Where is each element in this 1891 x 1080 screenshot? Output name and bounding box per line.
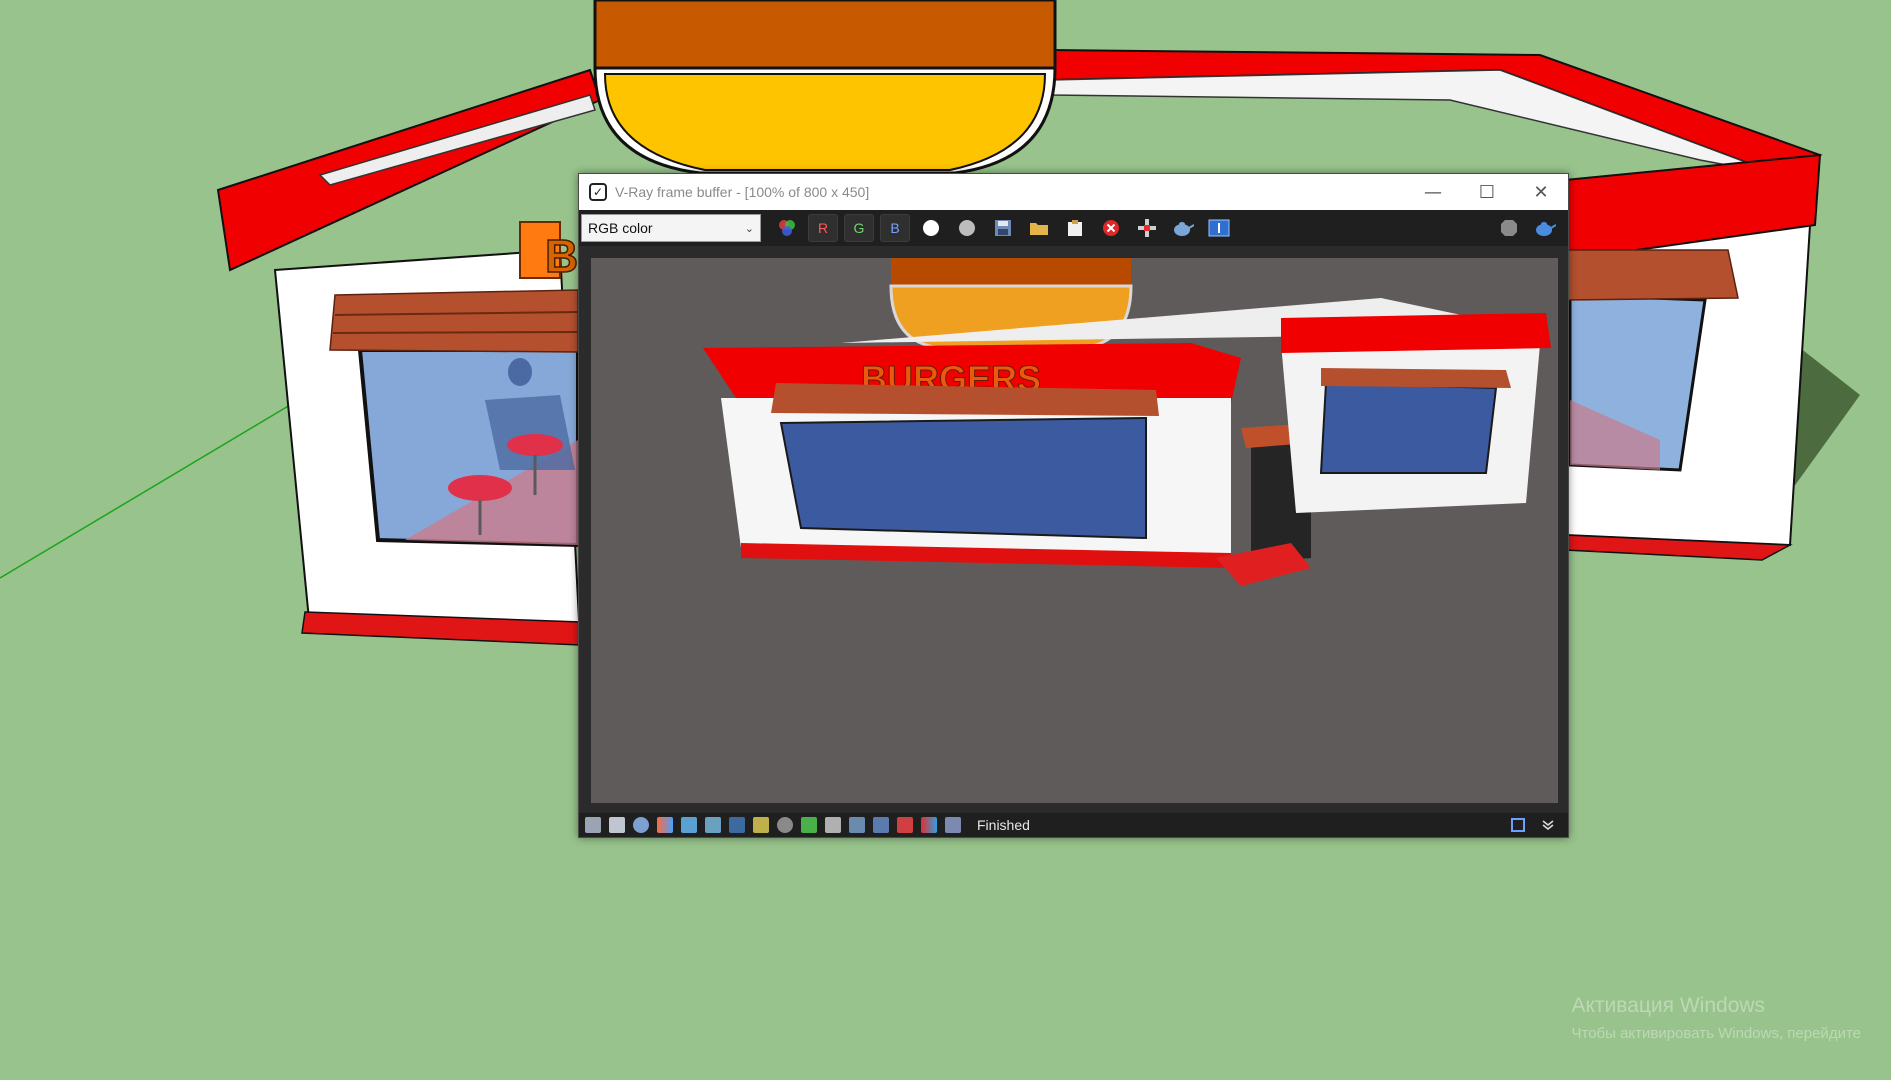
rgb-channels-icon[interactable] <box>772 214 802 242</box>
ocio-icon[interactable] <box>825 817 841 833</box>
render-main-window <box>779 416 1147 540</box>
right-awning <box>1564 249 1739 301</box>
background-image-icon[interactable] <box>801 817 817 833</box>
track-mouse-icon[interactable] <box>1132 214 1162 242</box>
green-axis <box>0 404 291 579</box>
compare-ab-icon[interactable] <box>1204 214 1234 242</box>
render-annex-roof <box>1281 313 1551 353</box>
region-render-icon[interactable] <box>945 817 961 833</box>
stool-seat <box>448 475 512 501</box>
levels-icon[interactable] <box>705 817 721 833</box>
windows-activation-watermark: Активация Windows Чтобы активировать Win… <box>1572 992 1862 1048</box>
status-text: Finished <box>977 817 1030 833</box>
minimize-button[interactable]: — <box>1406 174 1460 210</box>
left-awning <box>329 289 579 353</box>
color-corrections-icon[interactable] <box>657 817 673 833</box>
render-elements-icon[interactable] <box>609 817 625 833</box>
mono-gray-icon[interactable] <box>952 214 982 242</box>
lens-effects-icon[interactable] <box>849 817 865 833</box>
history-icon[interactable] <box>585 817 601 833</box>
compare-icon[interactable] <box>897 817 913 833</box>
render-teapot-icon[interactable] <box>1168 214 1198 242</box>
maximize-button[interactable]: ☐ <box>1460 174 1514 210</box>
channel-select[interactable]: RGB color ⌄ <box>581 214 761 242</box>
clipboard-icon[interactable] <box>1060 214 1090 242</box>
info-icon[interactable] <box>633 817 649 833</box>
lut-icon[interactable] <box>777 817 793 833</box>
channel-select-value: RGB color <box>588 220 653 236</box>
dome-yellow <box>603 73 1047 171</box>
blue-channel-button[interactable]: B <box>880 214 910 242</box>
hsl-icon[interactable] <box>681 817 697 833</box>
stool-seat <box>507 434 563 456</box>
stop-render-icon[interactable] <box>1494 214 1524 242</box>
figure-head <box>508 358 532 386</box>
chevron-down-icon: ⌄ <box>744 222 754 235</box>
dome-top <box>593 0 1057 70</box>
close-button[interactable]: ✕ <box>1514 174 1568 210</box>
red-channel-button[interactable]: R <box>808 214 838 242</box>
clear-image-icon[interactable] <box>1096 214 1126 242</box>
render-dome-top <box>891 258 1131 286</box>
exposure-icon[interactable] <box>753 817 769 833</box>
window-region-icon[interactable] <box>1508 817 1528 833</box>
vfb-statusbar: Finished <box>579 813 1568 837</box>
vray-logo-icon: ✓ <box>589 183 607 201</box>
window-title: V-Ray frame buffer - [100% of 800 x 450] <box>615 184 870 200</box>
render-canvas[interactable]: BURGERS <box>591 258 1558 803</box>
start-render-teapot-icon[interactable] <box>1530 214 1560 242</box>
vfb-toolbar: RGB color ⌄ R G B <box>579 210 1568 246</box>
expand-double-chevron-icon[interactable] <box>1538 817 1558 833</box>
green-channel-button[interactable]: G <box>844 214 874 242</box>
watermark-title: Активация Windows <box>1571 994 1766 1017</box>
alpha-white-icon[interactable] <box>916 214 946 242</box>
window-titlebar[interactable]: ✓ V-Ray frame buffer - [100% of 800 x 45… <box>579 174 1568 210</box>
open-folder-icon[interactable] <box>1024 214 1054 242</box>
watermark-subtitle: Чтобы активировать Windows, перейдите <box>1571 1025 1862 1042</box>
rendered-image: BURGERS <box>703 258 1551 586</box>
channels-bar-icon[interactable] <box>921 817 937 833</box>
left-roof-inner <box>318 94 596 186</box>
sign-fragment-letter: B <box>545 230 578 282</box>
curves-icon[interactable] <box>729 817 745 833</box>
render-annex-window <box>1319 381 1498 474</box>
save-image-icon[interactable] <box>988 214 1018 242</box>
vray-frame-buffer-window[interactable]: ✓ V-Ray frame buffer - [100% of 800 x 45… <box>578 173 1569 838</box>
hue-icon[interactable] <box>873 817 889 833</box>
figure-body <box>485 395 575 470</box>
render-annex-awning <box>1321 368 1511 388</box>
